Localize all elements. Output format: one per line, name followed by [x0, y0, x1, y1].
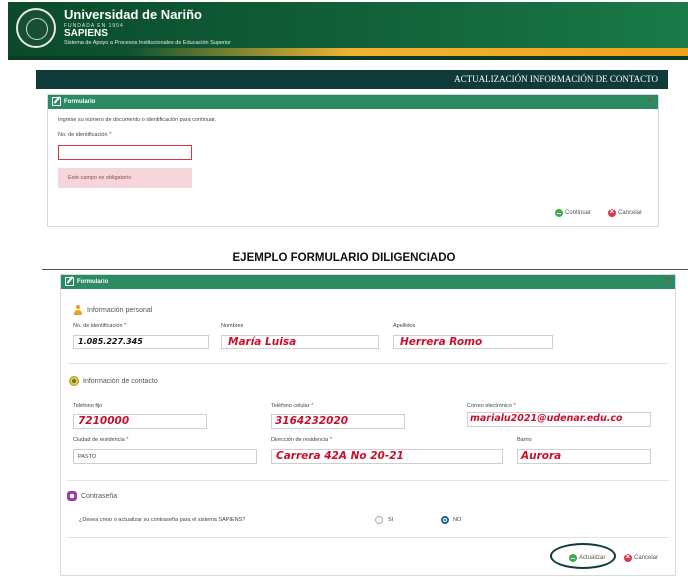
- id-input[interactable]: [58, 145, 192, 160]
- mobile-input[interactable]: 3164232020: [271, 414, 405, 429]
- id-input[interactable]: 1.085.227.345: [73, 335, 209, 349]
- app-name: SAPIENS: [64, 28, 108, 39]
- address-input[interactable]: Carrera 42A No 20-21: [271, 449, 503, 464]
- email-label: Correo electrónico *: [467, 403, 516, 409]
- password-question: ¿Desea crear o actualizar su contraseña …: [79, 517, 246, 523]
- phone-input[interactable]: 7210000: [73, 414, 207, 429]
- edit-icon: [65, 277, 74, 286]
- lock-icon: [67, 491, 77, 501]
- names-input[interactable]: María Luisa: [221, 335, 379, 349]
- city-label: Ciudad de residencia *: [73, 437, 129, 443]
- personal-section-title: Información personal: [73, 305, 152, 315]
- separator: [67, 363, 669, 364]
- password-section-title: Contraseña: [67, 491, 117, 501]
- contact-icon: [69, 376, 79, 386]
- close-icon[interactable]: ✕: [647, 97, 653, 104]
- panel-header: Formulario ✕: [61, 275, 675, 289]
- instruction-text: Ingrese su número de documento o identif…: [58, 117, 217, 123]
- cancel-button[interactable]: Cancelar: [624, 552, 658, 562]
- close-icon[interactable]: ✕: [664, 277, 670, 284]
- form-panel-empty: Formulario ✕ Ingrese su número de docume…: [47, 94, 659, 227]
- separator: [67, 480, 669, 481]
- city-input[interactable]: PASTO: [73, 449, 257, 464]
- university-seal-icon: [16, 8, 56, 48]
- email-input[interactable]: marialu2021@udenar.edu.co: [467, 412, 651, 427]
- person-icon: [73, 305, 83, 315]
- divider: [42, 269, 688, 270]
- university-name: Universidad de Nariño: [64, 7, 202, 22]
- radio-no[interactable]: [441, 516, 449, 524]
- panel-header: Formulario ✕: [48, 95, 658, 109]
- page-title: ACTUALIZACIÓN INFORMACIÓN DE CONTACTO: [36, 70, 668, 89]
- edit-icon: [52, 97, 61, 106]
- names-label: Nombres: [221, 323, 244, 329]
- app-subtitle: Sistema de Apoyo a Procesos Instituciona…: [64, 40, 231, 46]
- header-banner: Universidad de Nariño FUNDADA EN 1904 SA…: [8, 2, 688, 60]
- error-message: Este campo es obligatorio: [58, 168, 192, 188]
- cancel-icon: [608, 207, 616, 217]
- radio-yes-label: SI: [388, 517, 394, 523]
- arrow-right-icon: [555, 209, 563, 217]
- cancel-button[interactable]: Cancelar: [608, 207, 642, 217]
- surnames-input[interactable]: Herrera Romo: [393, 335, 553, 349]
- id-label: No. de identificación *: [73, 323, 127, 329]
- radio-no-label: NO: [453, 517, 462, 523]
- cancel-icon: [624, 552, 632, 562]
- surnames-label: Apellidos: [393, 323, 416, 329]
- separator: [67, 537, 669, 538]
- highlight-oval: [550, 543, 616, 569]
- neighborhood-label: Barrio: [517, 437, 532, 443]
- required-mark: *: [109, 132, 112, 138]
- panel-title: Formulario: [64, 99, 96, 105]
- example-title: EJEMPLO FORMULARIO DILIGENCIADO: [232, 252, 456, 264]
- banner-bottom-line: [8, 56, 688, 60]
- form-panel-filled: Formulario ✕ Información personal No. de…: [60, 274, 676, 576]
- contact-section-title: Información de contacto: [69, 376, 158, 386]
- continue-button[interactable]: Continuar: [555, 209, 591, 217]
- address-label: Dirección de residencia *: [271, 437, 333, 443]
- panel-title: Formulario: [77, 279, 109, 285]
- id-label: No. de identificación *: [58, 132, 112, 138]
- neighborhood-input[interactable]: Aurora: [517, 449, 651, 464]
- mobile-label: Teléfono celular *: [271, 403, 314, 409]
- radio-yes[interactable]: [375, 516, 383, 524]
- phone-label: Teléfono fijo: [73, 403, 103, 409]
